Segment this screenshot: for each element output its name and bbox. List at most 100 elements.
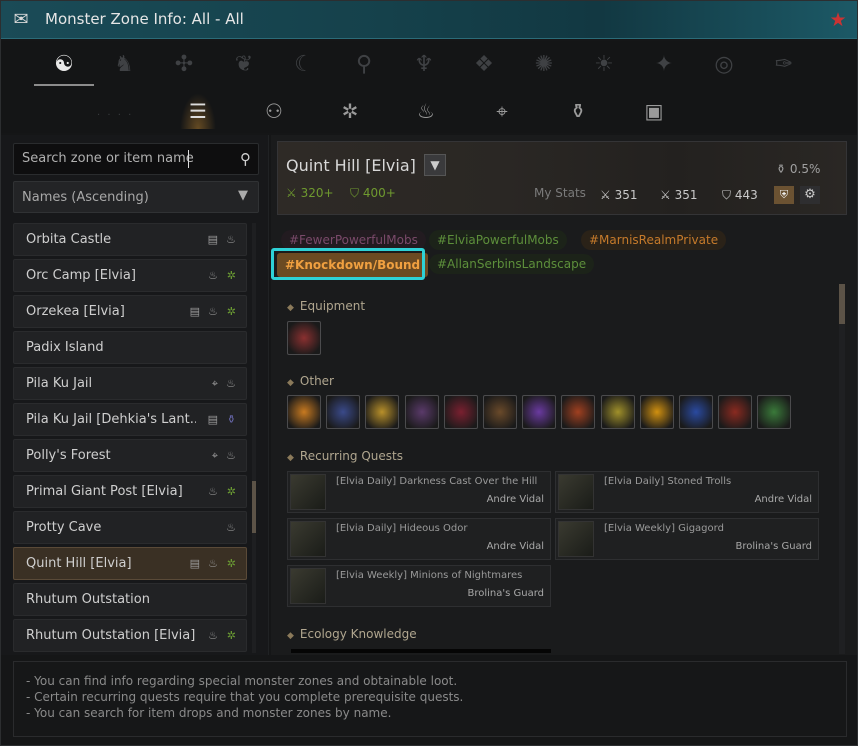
book-icon: ▤ (189, 557, 200, 570)
zone-list-item[interactable]: Rhutum Outstation (13, 583, 247, 616)
boots-item[interactable] (287, 321, 321, 355)
purple-crystal-item[interactable] (522, 395, 557, 429)
red-orb-item[interactable] (561, 395, 596, 429)
other-heading-text: Other (299, 374, 334, 388)
zone-dropdown-button[interactable]: ▼ (424, 154, 446, 176)
zone-list-item[interactable]: Pila Ku Jail [Dehkia's Lant... ⚱ ▤ (13, 403, 247, 436)
swirl-icon[interactable]: ◎ (704, 45, 744, 85)
zone-list-item[interactable]: Orbita Castle ♨ ▤ (13, 223, 247, 256)
quest-npc: Andre Vidal (486, 541, 544, 552)
monster-search-icon[interactable]: ⚇ (256, 93, 292, 129)
gear-icon[interactable]: ⚙ (800, 186, 820, 204)
feather-icon[interactable]: ✑ (764, 45, 804, 85)
quest-npc-portrait (558, 521, 594, 557)
zone-list-panel: Search zone or item name ⚲ Names (Ascend… (1, 135, 269, 655)
my-awakening-ap: ⚔ 351 (660, 188, 697, 202)
close-icon[interactable]: ★ (827, 9, 849, 31)
zone-list-item[interactable]: Primal Giant Post [Elvia] ✲ ♨ (13, 475, 247, 508)
telescope-icon[interactable]: ⌖ (484, 93, 520, 129)
content-scrollbar[interactable] (839, 284, 845, 654)
zone-list-item[interactable]: Padix Island (13, 331, 247, 364)
quest-npc-portrait (290, 474, 326, 510)
wheel-icon: ✲ (226, 269, 236, 282)
zone-list-item[interactable]: Protty Cave ♨ (13, 511, 247, 544)
awakening-sword-icon: ⚔ (660, 188, 675, 202)
book-icon: ▤ (189, 305, 200, 318)
zone-tag[interactable]: #MarnisRealmPrivate (581, 230, 727, 250)
gold-nugget-item[interactable] (600, 395, 635, 429)
moon-icon[interactable]: ☾ (284, 45, 324, 85)
blue-rune-item[interactable] (679, 395, 713, 429)
shield-icon: ⛉ (350, 186, 363, 200)
equipment-heading-text: Equipment (299, 299, 366, 313)
trident-icon[interactable]: ♆ (404, 45, 444, 85)
zone-list-item[interactable]: Polly's Forest ♨ ⌖ (13, 439, 247, 472)
my-awk-ap-value: 351 (674, 188, 698, 202)
scrollbar-thumb[interactable] (839, 284, 845, 324)
zone-tag[interactable]: #ElviaPowerfulMobs (429, 230, 567, 250)
beast-icon[interactable]: ✣ (164, 45, 204, 85)
zone-name: Pila Ku Jail (26, 376, 93, 391)
gold-ring-item[interactable] (365, 395, 400, 429)
flame-icon[interactable]: ❖ (464, 45, 504, 85)
drop-rate-value: 0.5% (789, 162, 821, 176)
key-icon[interactable]: ⚲ (344, 45, 384, 85)
quest-title: [Elvia Daily] Darkness Cast Over the Hil… (336, 476, 538, 487)
zone-list-item[interactable]: Rhutum Outstation [Elvia] ✲ ♨ (13, 619, 247, 652)
list-icon[interactable]: ☰ (180, 93, 216, 129)
quest-card[interactable]: [Elvia Weekly] Minions of Nightmares Brol… (287, 565, 551, 607)
orb-fire-item[interactable] (287, 395, 321, 429)
stat-shield-button[interactable]: ⛨ (774, 186, 794, 204)
quest-card[interactable]: [Elvia Daily] Darkness Cast Over the Hil… (287, 471, 551, 513)
star-icon[interactable]: ✦ (644, 45, 684, 85)
amber-drop-item[interactable] (639, 395, 674, 429)
wheel-icon[interactable]: ✲ (332, 93, 368, 129)
zone-name: Polly's Forest (26, 448, 111, 463)
help-line: - Certain recurring quests require that … (26, 690, 464, 704)
zone-list-item[interactable]: Orzekea [Elvia] ✲ ♨ ▤ (13, 295, 247, 328)
quest-title: [Elvia Daily] Stoned Trolls (604, 476, 732, 487)
quest-npc: Andre Vidal (486, 494, 544, 505)
portrait-icon[interactable]: ▣ (636, 93, 672, 129)
wings-icon[interactable]: ❦ (224, 45, 264, 85)
chevron-down-icon: ▼ (238, 188, 248, 203)
campfire-icon: ♨ (226, 521, 236, 534)
search-icon[interactable]: ⚲ (240, 150, 251, 168)
all-icon[interactable]: ☯ (44, 45, 84, 85)
zone-tag[interactable]: #FewerPowerfulMobs (281, 230, 426, 250)
red-gem-item[interactable] (443, 395, 478, 429)
horse-icon[interactable]: ♞ (104, 45, 144, 85)
green-stone-item[interactable] (757, 395, 792, 429)
dark-orb-item[interactable] (404, 395, 439, 429)
campfire-icon: ♨ (226, 377, 236, 390)
quest-title: [Elvia Daily] Hideous Odor (336, 523, 468, 534)
zone-name: Orc Camp [Elvia] (26, 268, 136, 283)
monster-zone-window: ✉ Monster Zone Info: All - All ★ ☯ ♞ ✣ ❦ ☾ ⚲ ♆… (0, 0, 858, 746)
zone-list-item[interactable]: Quint Hill [Elvia] ✲ ♨ ▤ (13, 547, 247, 580)
sun-icon[interactable]: ☀ (584, 45, 624, 85)
red-book-item[interactable] (718, 395, 753, 429)
quest-card[interactable]: [Elvia Daily] Hideous Odor Andre Vidal (287, 518, 551, 560)
dp-value: 400+ (362, 186, 396, 200)
search-input[interactable]: Search zone or item name ⚲ (13, 143, 259, 175)
zone-list-item[interactable]: Pila Ku Jail ♨ ⌖ (13, 367, 247, 400)
quest-title: [Elvia Weekly] Minions of Nightmares (336, 570, 523, 581)
scrollbar-thumb[interactable] (252, 481, 256, 533)
zone-list-scrollbar[interactable] (252, 223, 256, 653)
blue-stone-item[interactable] (326, 395, 361, 429)
quest-card[interactable]: [Elvia Daily] Stoned Trolls Andre Vidal (555, 471, 819, 513)
active-tab-underline (34, 84, 94, 86)
zone-tag[interactable]: #AllanSerbinsLandscape (429, 254, 595, 274)
campfire-icon: ♨ (226, 449, 236, 462)
potion-icon[interactable]: ⚱ (560, 93, 596, 129)
campfire-icon[interactable]: ♨ (408, 93, 444, 129)
text-caret (188, 150, 189, 168)
sort-dropdown[interactable]: Names (Ascending) ▼ (13, 181, 259, 213)
zone-list-item[interactable]: Orc Camp [Elvia] ✲ ♨ (13, 259, 247, 292)
zone-name: Padix Island (26, 340, 104, 355)
recommended-dp: ⛉ 400+ (350, 186, 396, 201)
chest-item[interactable] (483, 395, 517, 429)
quest-card[interactable]: [Elvia Weekly] Gigagord Brolina's Guard (555, 518, 819, 560)
window-title: Monster Zone Info: All - All (45, 10, 244, 28)
gear-emblem-icon[interactable]: ✺ (524, 45, 564, 85)
